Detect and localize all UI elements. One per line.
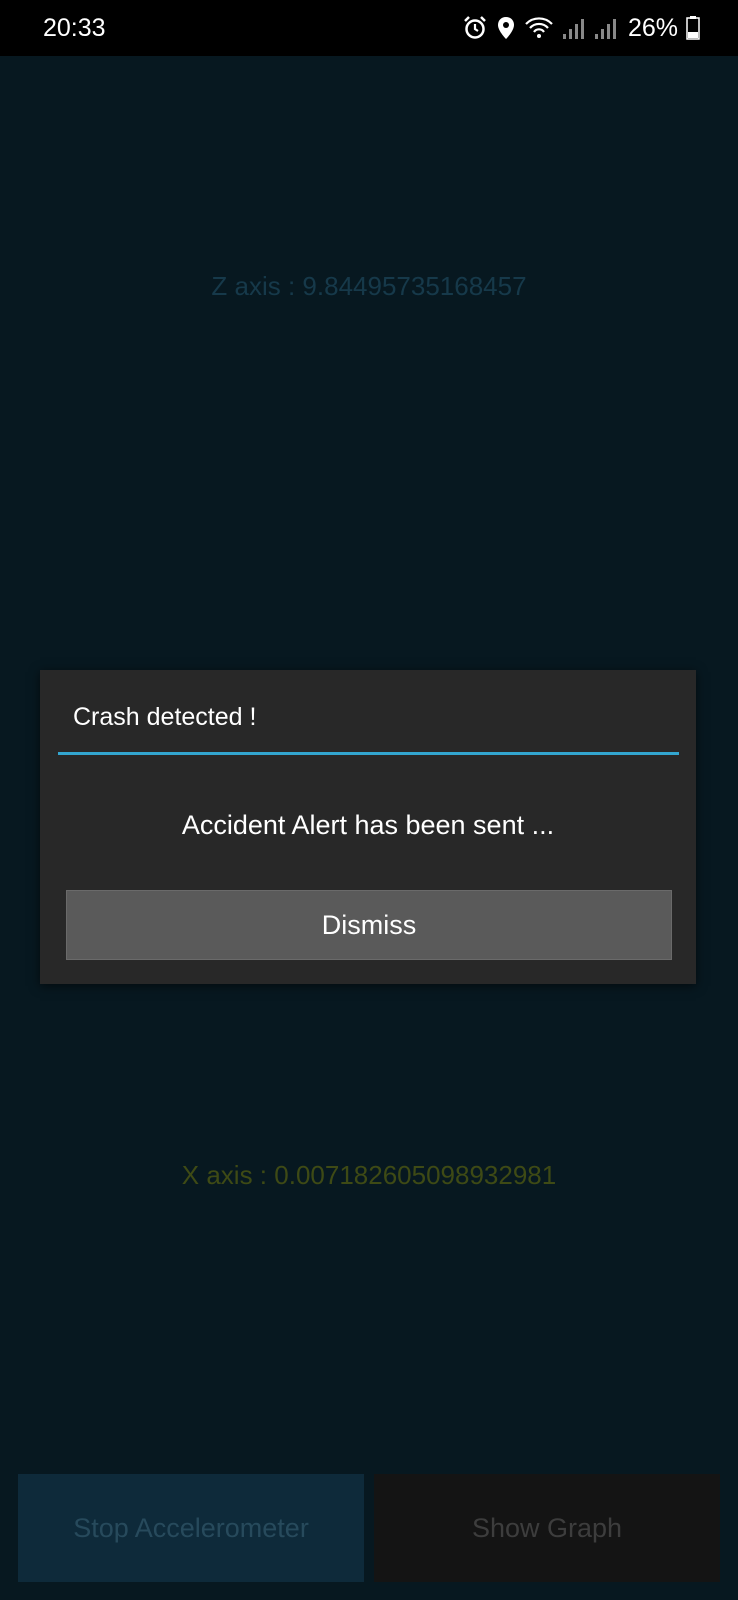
status-icons: 26% (462, 12, 700, 44)
show-graph-button[interactable]: Show Graph (374, 1474, 720, 1582)
dismiss-button[interactable]: Dismiss (66, 890, 672, 960)
battery-icon (686, 15, 700, 41)
status-time: 20:33 (43, 14, 106, 42)
crash-alert-dialog: Crash detected ! Accident Alert has been… (40, 670, 696, 984)
stop-accelerometer-button[interactable]: Stop Accelerometer (18, 1474, 364, 1582)
dialog-message: Accident Alert has been sent ... (181, 810, 555, 840)
status-bar: 20:33 26% (0, 0, 738, 56)
dialog-title: Crash detected ! (73, 703, 257, 731)
battery-percent: 26% (627, 14, 678, 42)
x-axis-reading: X axis : 0.007182605098932981 (181, 1160, 557, 1190)
location-icon (496, 15, 516, 41)
signal-icon (594, 15, 618, 41)
dialog-divider (58, 752, 679, 755)
wifi-icon (524, 15, 554, 41)
z-axis-reading: Z axis : 9.84495735168457 (211, 271, 527, 301)
signal-icon (562, 15, 586, 41)
alarm-icon (462, 15, 488, 41)
